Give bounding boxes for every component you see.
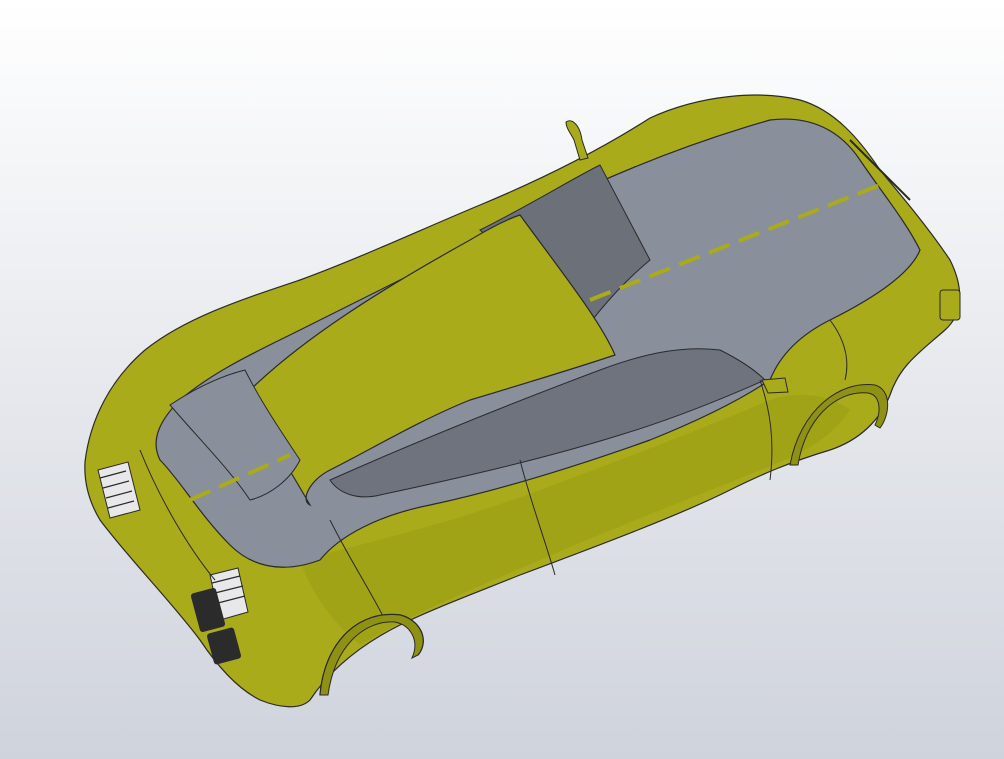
car-body-model[interactable] — [0, 0, 1004, 759]
cad-3d-viewport[interactable] — [0, 0, 1004, 759]
rear-end-detail — [939, 289, 961, 321]
side-mirror-left — [565, 120, 589, 161]
